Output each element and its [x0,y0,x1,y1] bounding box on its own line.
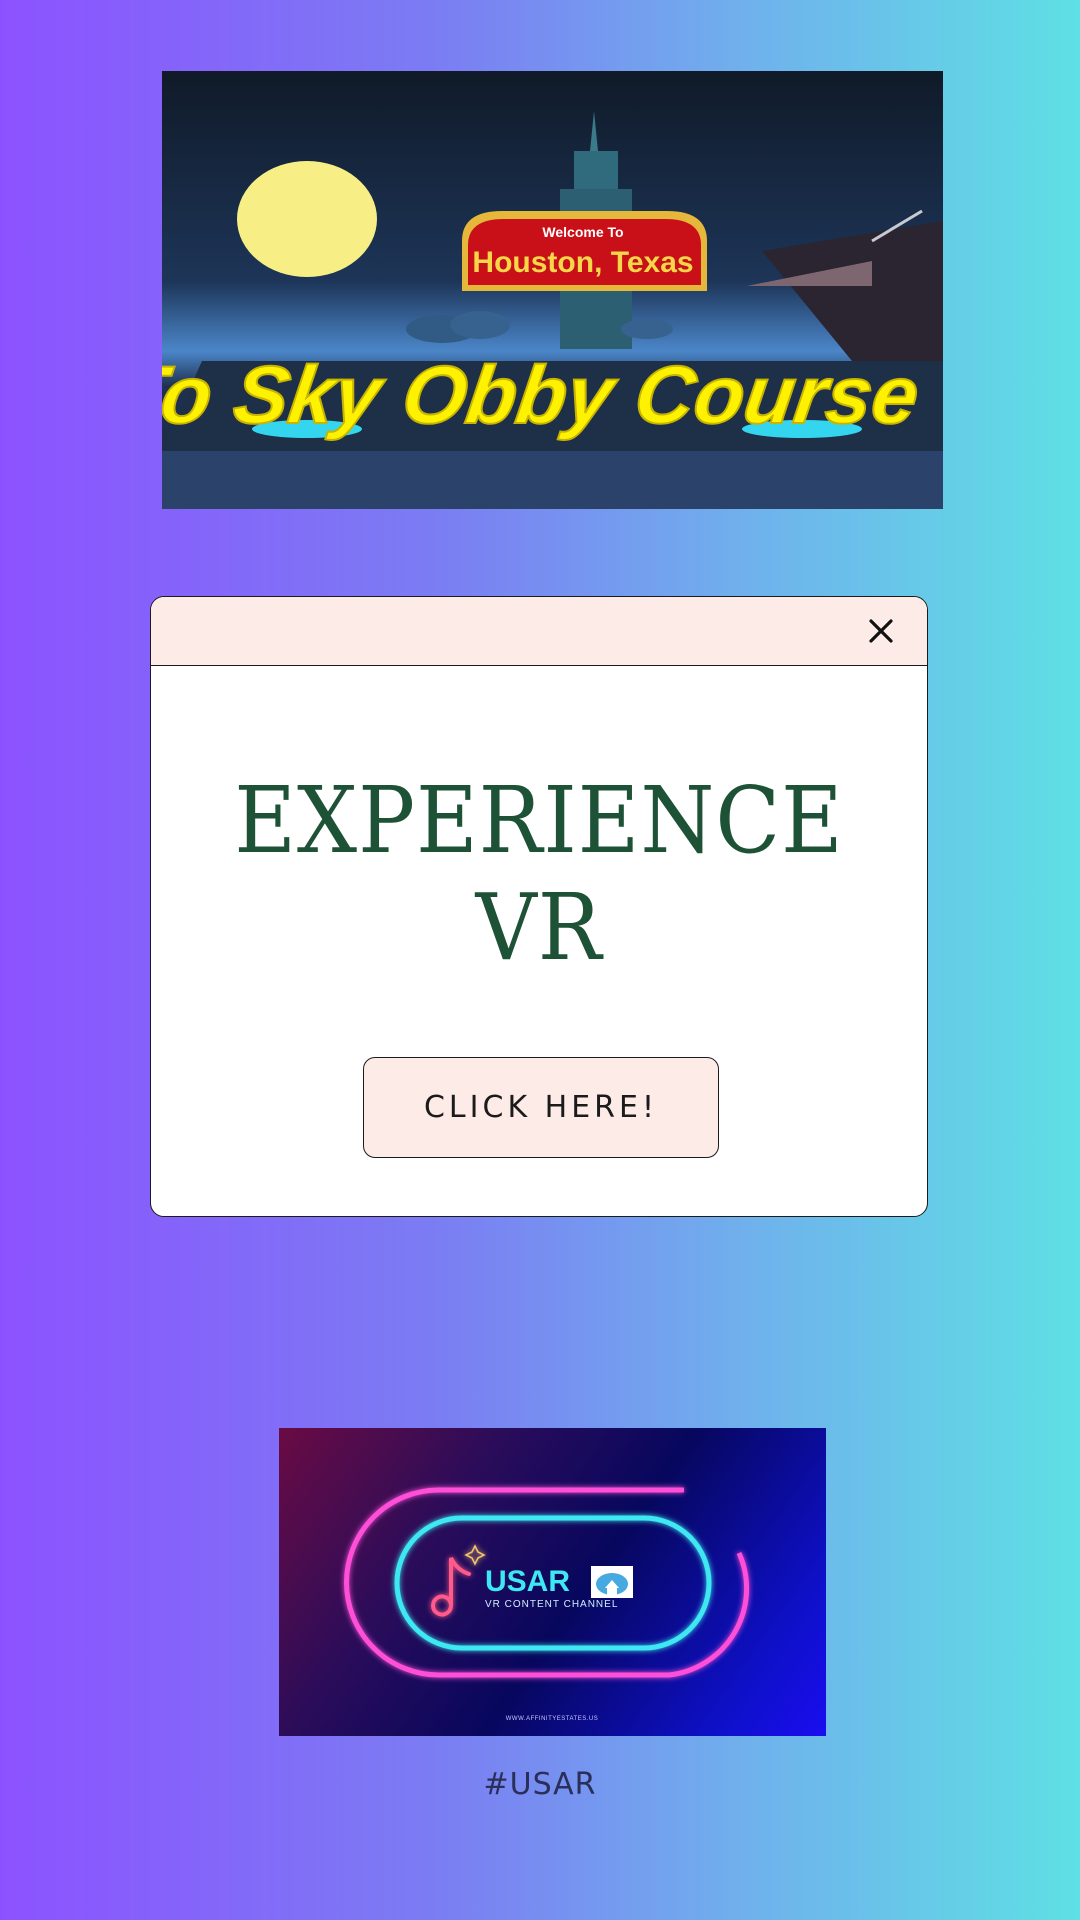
banner-scene: Welcome To Houston, Texas To Sky Obby Co… [162,111,943,509]
tower-top [574,151,618,191]
hashtag-text: #USAR [483,1767,597,1802]
ground-lower [162,451,943,509]
moon-shape [237,161,377,277]
dialog-header [151,597,927,666]
tower-spire [590,111,598,151]
click-here-button[interactable]: CLICK HERE! [363,1057,719,1158]
cloud-shape [450,311,510,339]
logo-tagline-text: VR CONTENT CHANNEL [485,1599,618,1610]
logo-artwork: USAR VR CONTENT CHANNEL WWW.AFFINITYESTA… [344,1487,750,1722]
house-icon [591,1566,633,1598]
close-icon [869,619,893,643]
sign-large-text: Houston, Texas [472,246,693,279]
vr-dialog: EXPERIENCE VR CLICK HERE! [150,596,928,1217]
close-button[interactable] [863,613,899,649]
banner-headline: To Sky Obby Course [162,349,925,441]
logo-url-text: WWW.AFFINITYESTATES.US [506,1716,598,1722]
usar-logo-image[interactable]: USAR VR CONTENT CHANNEL WWW.AFFINITYESTA… [279,1428,826,1736]
logo-brand-text: USAR [485,1565,570,1598]
game-banner-image[interactable]: Welcome To Houston, Texas To Sky Obby Co… [162,71,943,509]
dialog-title: EXPERIENCE VR [234,767,844,981]
music-note-icon [431,1544,486,1617]
cloud-shape [621,319,673,339]
sign-small-text: Welcome To [542,224,623,240]
